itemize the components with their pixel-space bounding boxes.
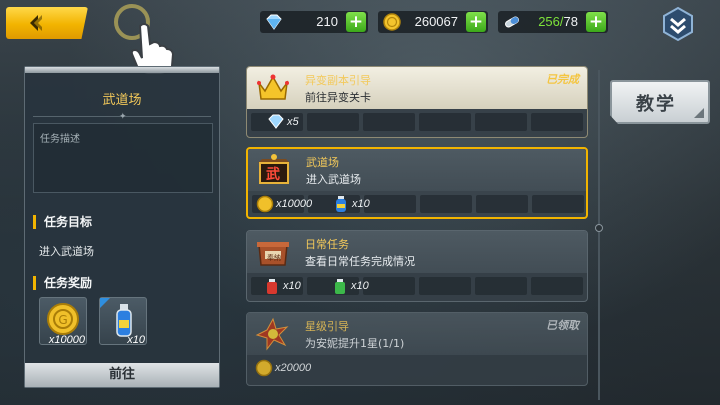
gold-coin-icon: G (47, 303, 79, 335)
task-card-star-guide[interactable]: 星级引导 为安妮提升1星(1/1) 已领取 x20000 (246, 312, 588, 386)
red-potion-icon (267, 279, 277, 294)
gold-counter: 260067 + (378, 11, 488, 33)
task-reward-amount: x10 (283, 280, 301, 292)
crown-icon (257, 74, 289, 100)
task-subtitle: 前往异变关卡 (305, 91, 371, 104)
reward-slot (476, 195, 528, 213)
stamina-max: 78 (563, 14, 578, 29)
task-reward-amount: x10 (352, 198, 370, 210)
reward-slot (475, 113, 527, 131)
task-reward-row: x5 (247, 111, 587, 135)
reward-exp-amount: x10 (127, 334, 145, 346)
tutorial-button[interactable]: 教学 (610, 80, 710, 124)
tutorial-button-label: 教学 (636, 94, 676, 115)
task-subtitle: 为安妮提升1星(1/1) (305, 337, 405, 350)
task-detail-panel: 武道场 ✦ 任务描述 任务目标 进入武道场 任务奖励 G x10000 x10 … (24, 66, 220, 388)
gold-coin-icon (255, 359, 273, 377)
corner-arrow-icon (694, 108, 704, 118)
task-detail-title: 武道场 (102, 93, 142, 108)
reward-gold-amount: x10000 (48, 334, 85, 346)
diamond-icon (266, 14, 282, 30)
task-reward-heading: 任务奖励 (33, 276, 92, 290)
reward-slot (307, 113, 359, 131)
reward-slot (475, 277, 527, 295)
task-card-mutation-guide[interactable]: 异变副本引导 前往异变关卡 已完成 x5 (246, 66, 588, 138)
reward-slot (420, 195, 472, 213)
task-reward-amount: x20000 (275, 362, 312, 374)
task-description-box: 任务描述 (33, 123, 213, 193)
task-card-header (247, 313, 587, 355)
diamond-amount: 210 (316, 14, 338, 29)
diamond-counter: 210 + (260, 11, 368, 33)
go-button[interactable]: 前往 (25, 363, 219, 387)
gold-coin-icon (256, 195, 274, 213)
reward-slot (363, 277, 415, 295)
exp-potion-icon (116, 304, 132, 337)
task-reward-row: x10000 x10 (248, 193, 586, 217)
divider-ornament: ✦ (119, 112, 127, 122)
reward-slot (531, 277, 583, 295)
task-card-header (248, 149, 586, 191)
task-reward-amount: x10000 (276, 198, 313, 210)
gold-coin-icon (383, 13, 401, 31)
reward-exp-slot[interactable]: x10 (99, 297, 147, 346)
task-list-scrollbar[interactable] (598, 70, 600, 400)
reward-gold-slot[interactable]: G x10000 (39, 297, 87, 346)
add-gold-button[interactable]: + (466, 12, 486, 32)
task-title: 武道场 (306, 156, 339, 169)
add-stamina-button[interactable]: + (586, 12, 606, 32)
dojo-sign-character: 武 (266, 167, 280, 183)
task-card-header (247, 231, 587, 273)
reward-slot (363, 113, 415, 131)
task-title: 日常任务 (305, 238, 349, 251)
corner-tag-icon (100, 298, 110, 308)
task-card-daily[interactable]: 奉納 日常任务 查看日常任务完成情况 x10 x10 (246, 230, 588, 302)
task-reward-amount: x10 (351, 280, 369, 292)
svg-text:G: G (58, 313, 67, 327)
task-reward-amount: x5 (287, 116, 299, 128)
scrollbar-knob[interactable] (595, 224, 603, 232)
task-goal-heading: 任务目标 (33, 215, 92, 229)
menu-expand-button[interactable] (660, 6, 696, 42)
task-card-header (247, 67, 587, 109)
diamond-icon (268, 114, 284, 129)
reward-slot (364, 195, 416, 213)
task-title: 星级引导 (305, 320, 349, 333)
treasure-box-label: 奉納 (267, 254, 281, 262)
panel-top-bar (25, 67, 219, 73)
exp-potion-icon (336, 196, 346, 212)
green-potion-icon (335, 279, 345, 294)
stamina-amount: 256/78 (538, 14, 578, 29)
task-title: 异变副本引导 (305, 74, 371, 87)
stamina-potion-icon (505, 16, 519, 28)
reward-slot (531, 113, 583, 131)
back-arrow-icon (30, 15, 42, 31)
task-reward-row: x20000 (247, 357, 587, 381)
treasure-box-icon (257, 242, 289, 266)
task-card-dojo[interactable]: 武 武道场 进入武道场 x10000 x10 (246, 147, 588, 219)
reward-slot (419, 113, 471, 131)
add-diamonds-button[interactable]: + (346, 12, 366, 32)
back-button[interactable] (6, 7, 88, 39)
stamina-current: 256 (538, 14, 560, 29)
star-burst-icon (255, 317, 289, 351)
task-status-completed: 已完成 (546, 73, 579, 86)
task-description-label: 任务描述 (40, 134, 80, 145)
task-reward-row: x10 x10 (247, 275, 587, 299)
reward-slot (532, 195, 584, 213)
task-status-claimed: 已领取 (546, 319, 579, 332)
task-subtitle: 进入武道场 (306, 173, 361, 186)
reward-slot (419, 277, 471, 295)
task-subtitle: 查看日常任务完成情况 (305, 255, 415, 268)
stamina-counter: 256/78 + (498, 11, 608, 33)
gold-amount: 260067 (414, 14, 458, 29)
task-goal-text: 进入武道场 (39, 245, 94, 258)
